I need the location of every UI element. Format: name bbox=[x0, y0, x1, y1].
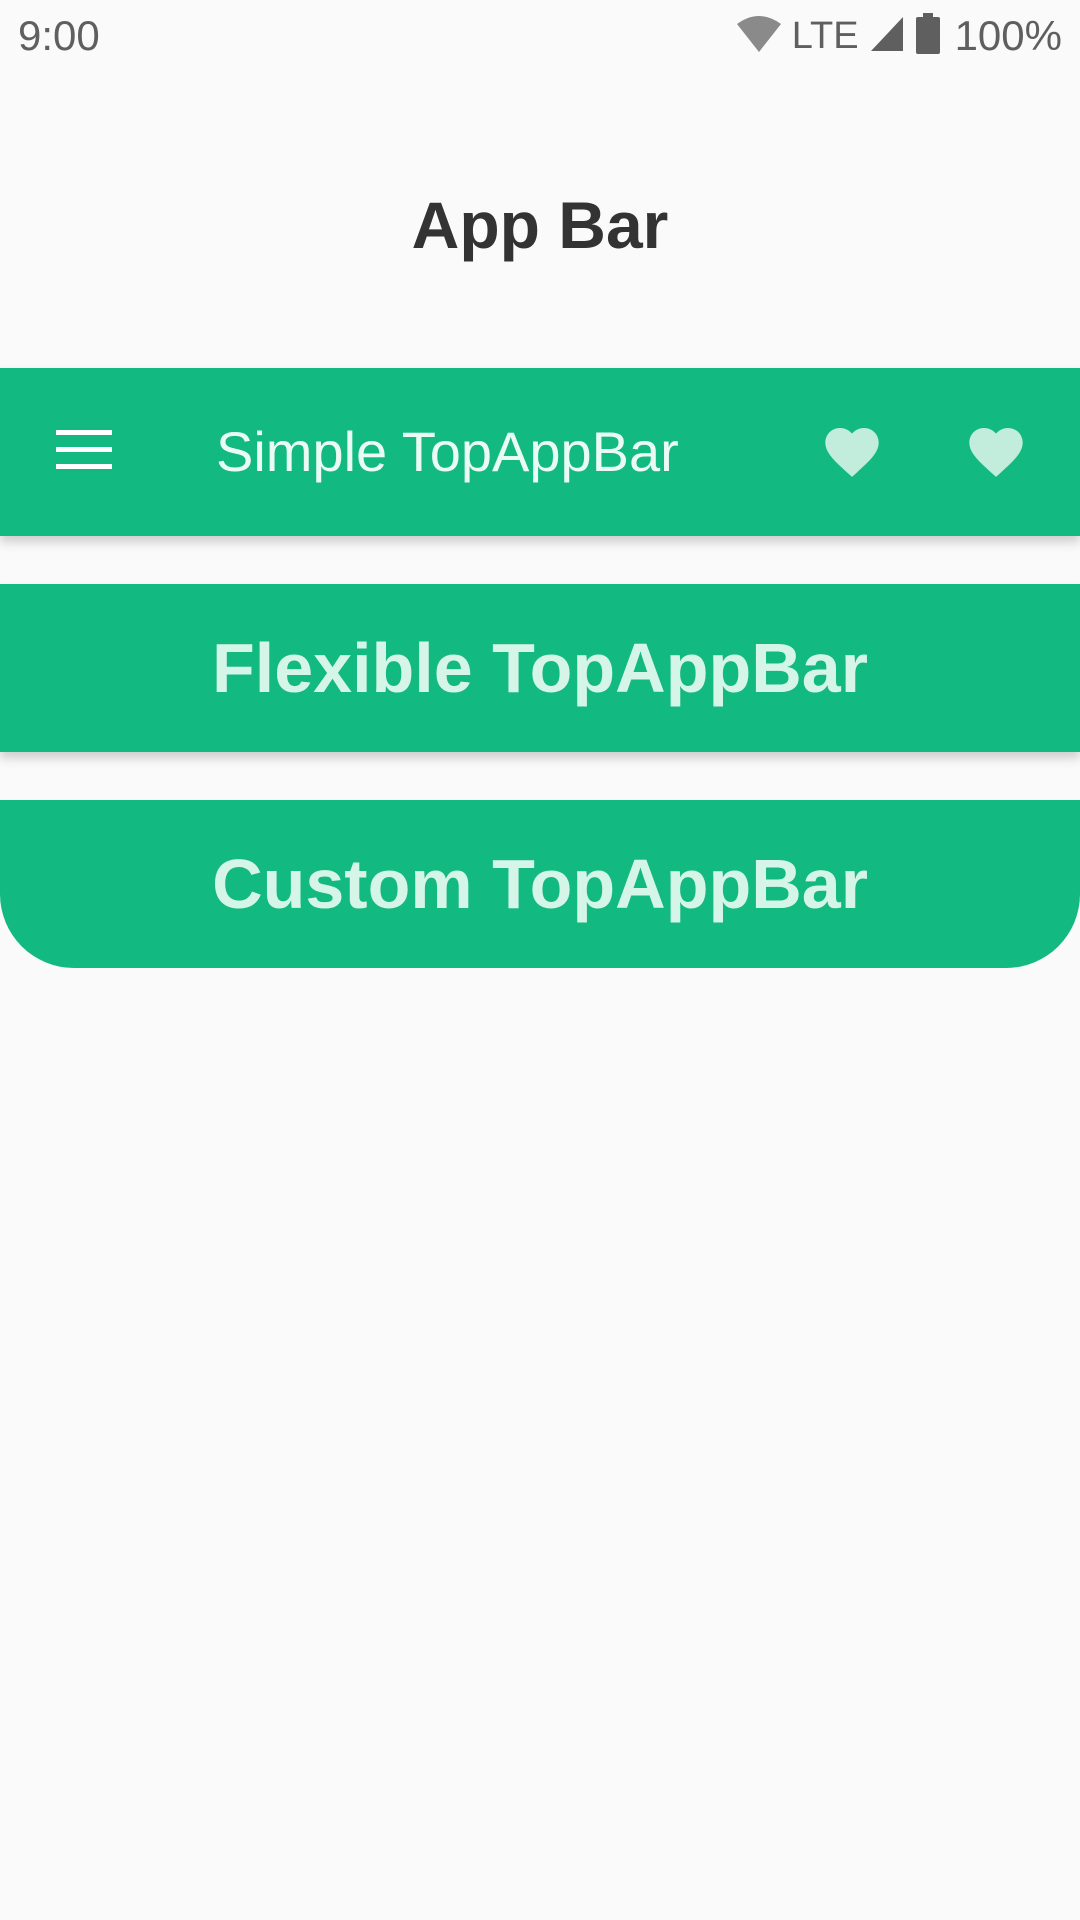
page-title: App Bar bbox=[411, 188, 669, 262]
flexible-bar-title: Flexible TopAppBar bbox=[212, 629, 868, 707]
simple-bar-title: Simple TopAppBar bbox=[216, 420, 679, 483]
network-type: LTE bbox=[791, 15, 859, 57]
battery-icon bbox=[915, 12, 941, 60]
status-bar: 9:00 LTE 100% bbox=[0, 0, 1080, 72]
status-icons: LTE 100% bbox=[736, 10, 1062, 62]
screen: 9:00 LTE 100% App Bar Simple TopAppBar F… bbox=[0, 0, 1080, 1920]
custom-bar-title: Custom TopAppBar bbox=[212, 845, 868, 923]
simple-top-app-bar: Simple TopAppBar bbox=[0, 368, 1080, 536]
custom-top-app-bar: Custom TopAppBar bbox=[0, 800, 1080, 968]
battery-percentage: 100% bbox=[954, 12, 1062, 59]
cell-signal-icon bbox=[869, 15, 905, 58]
flexible-top-app-bar: Flexible TopAppBar bbox=[0, 584, 1080, 752]
wifi-icon bbox=[736, 14, 782, 59]
status-time: 9:00 bbox=[18, 12, 100, 59]
heart-icon[interactable] bbox=[964, 420, 1028, 484]
menu-icon[interactable] bbox=[56, 428, 112, 472]
heart-icon[interactable] bbox=[820, 420, 884, 484]
